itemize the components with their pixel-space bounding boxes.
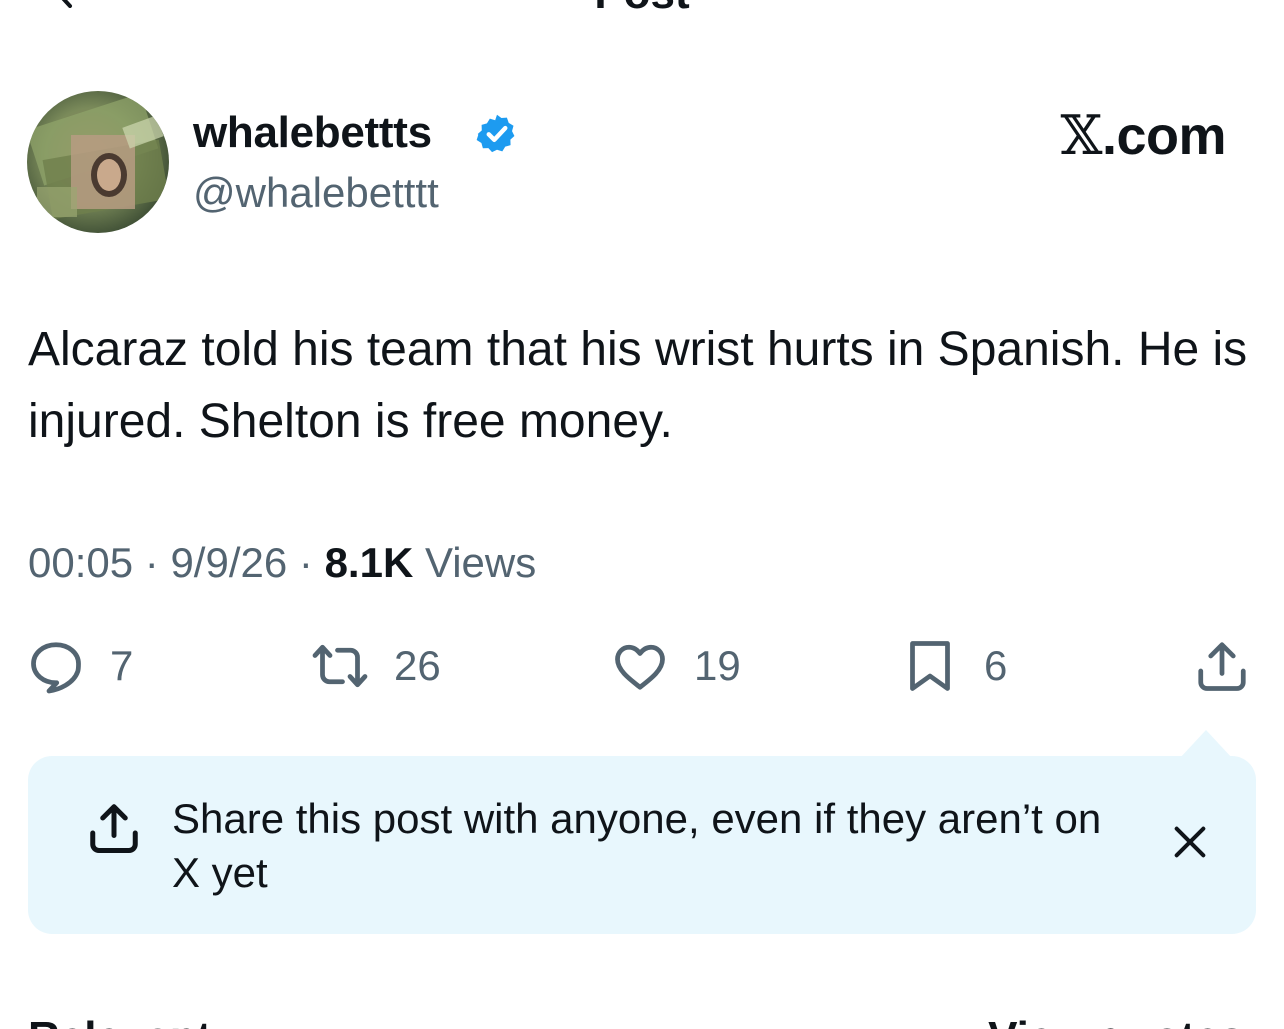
meta-separator: · <box>144 539 159 586</box>
repost-button[interactable]: 26 <box>310 630 441 702</box>
reply-button[interactable]: 7 <box>26 630 133 702</box>
brand-watermark: 𝕏.com <box>1060 104 1227 167</box>
like-count: 19 <box>694 642 741 689</box>
like-button[interactable]: 19 <box>610 630 741 702</box>
display-name[interactable]: whalebettts <box>193 108 432 158</box>
repost-count: 26 <box>394 642 441 689</box>
relevant-sort-button[interactable]: Relevant <box>28 1014 211 1029</box>
post-meta: 00:05 · 9/9/26 · 8.1K Views <box>28 537 536 589</box>
x-logo: 𝕏 <box>1060 104 1103 167</box>
view-quotes-link[interactable]: View quotes <box>988 1014 1244 1029</box>
post-time[interactable]: 00:05 <box>28 539 133 586</box>
close-icon[interactable] <box>1170 822 1210 862</box>
author-handle[interactable]: @whalebetttt <box>193 168 439 218</box>
repost-icon <box>312 644 368 688</box>
bookmark-icon <box>910 641 950 691</box>
share-button[interactable] <box>1192 630 1252 702</box>
heart-icon <box>615 644 665 690</box>
bookmark-button[interactable]: 6 <box>900 630 1007 702</box>
share-icon <box>90 804 138 853</box>
views-label: Views <box>424 539 537 586</box>
brand-suffix: .com <box>1101 106 1227 166</box>
post-text: Alcaraz told his team that his wrist hur… <box>28 323 1248 448</box>
verified-badge-icon <box>476 114 515 153</box>
post-date[interactable]: 9/9/26 <box>170 539 287 586</box>
page-title: Post <box>0 0 1284 16</box>
share-banner-text: Share this post with anyone, even if the… <box>172 795 1102 896</box>
action-bar: 7 26 19 6 <box>0 630 1284 702</box>
bookmark-count: 6 <box>984 642 1008 689</box>
reply-icon <box>31 642 81 694</box>
avatar[interactable] <box>27 91 169 233</box>
top-bar: Post <box>0 0 1284 20</box>
share-icon <box>1198 642 1246 691</box>
meta-separator: · <box>298 539 313 586</box>
tooltip-arrow <box>1180 730 1232 758</box>
bottom-bar: Relevant View quotes <box>0 1000 1284 1029</box>
views-count[interactable]: 8.1K <box>325 539 414 586</box>
share-banner[interactable]: Share this post with anyone, even if the… <box>28 756 1256 934</box>
reply-count: 7 <box>110 642 134 689</box>
